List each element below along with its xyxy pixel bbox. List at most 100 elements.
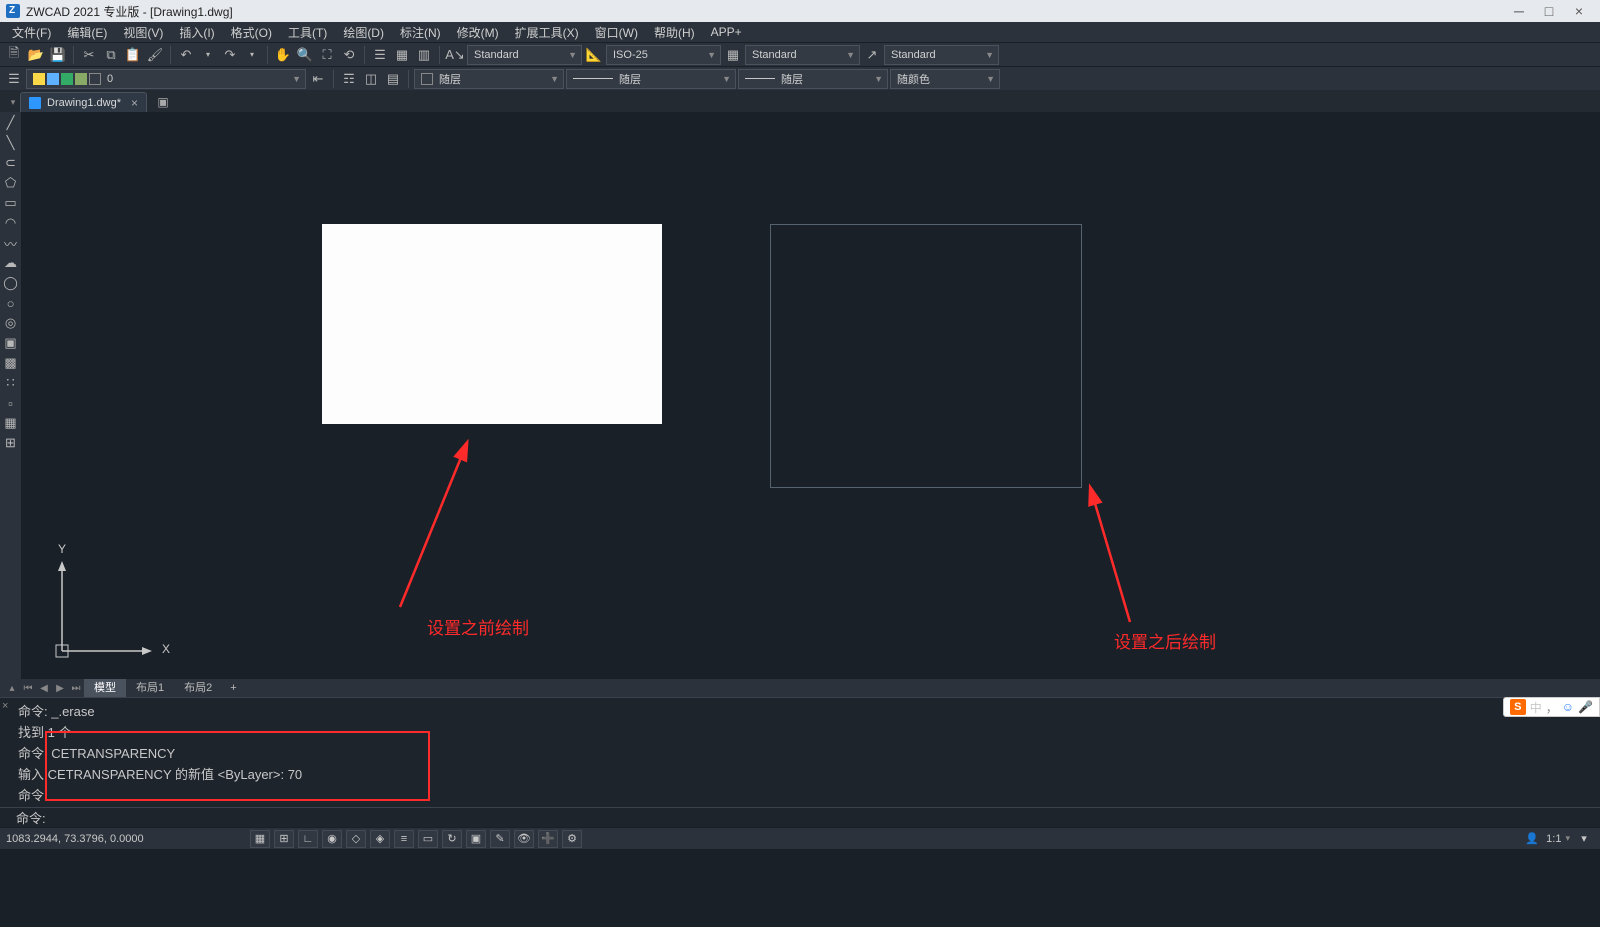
ortho-toggle[interactable]: ∟ xyxy=(298,830,318,848)
dyn-toggle[interactable]: ▭ xyxy=(418,830,438,848)
undo-icon[interactable]: ↶ xyxy=(176,45,196,65)
layer-manager-icon[interactable]: ☰ xyxy=(4,69,24,89)
dim-style-icon[interactable]: 📐 xyxy=(584,45,604,65)
ime-indicator[interactable]: S 中 ， ☺ 🎤 xyxy=(1503,697,1600,717)
redo-dropdown-icon[interactable]: ▾ xyxy=(242,45,262,65)
tab-model[interactable]: 模型 xyxy=(84,679,126,697)
layout-last-icon[interactable]: ⏭ xyxy=(68,680,84,696)
redo-icon[interactable]: ↷ xyxy=(220,45,240,65)
new-tab-button[interactable]: ▣ xyxy=(153,92,173,112)
menu-f[interactable]: 文件(F) xyxy=(4,24,59,41)
tab-layout1[interactable]: 布局1 xyxy=(126,679,174,697)
table-icon[interactable]: ▦ xyxy=(2,414,20,432)
table-style-dropdown[interactable]: Standard▼ xyxy=(745,45,860,65)
grid-toggle[interactable]: ⊞ xyxy=(274,830,294,848)
hatch-icon[interactable]: ▩ xyxy=(2,354,20,372)
undo-dropdown-icon[interactable]: ▾ xyxy=(198,45,218,65)
polar-toggle[interactable]: ◉ xyxy=(322,830,342,848)
save-icon[interactable]: 💾 xyxy=(48,45,68,65)
pan-icon[interactable]: ✋ xyxy=(273,45,293,65)
layout-menu-icon[interactable]: ▴ xyxy=(4,680,20,696)
layer-iso-icon[interactable]: ◫ xyxy=(361,69,381,89)
polyline-icon[interactable]: ⊂ xyxy=(2,154,20,172)
annovis-toggle[interactable]: 👁 xyxy=(514,830,534,848)
block-icon[interactable]: ▣ xyxy=(2,334,20,352)
cut-icon[interactable]: ✂ xyxy=(79,45,99,65)
layer-dropdown[interactable]: 0 ▼ xyxy=(26,69,306,89)
people-icon[interactable]: 👤 xyxy=(1522,830,1542,848)
add-layout-button[interactable]: + xyxy=(222,679,244,697)
menu-o[interactable]: 格式(O) xyxy=(223,24,280,41)
region-icon[interactable]: ▫ xyxy=(2,394,20,412)
text-style-dropdown[interactable]: Standard▼ xyxy=(467,45,582,65)
zoom-icon[interactable]: 🔍 xyxy=(295,45,315,65)
point-icon[interactable]: ∷ xyxy=(2,374,20,392)
tab-layout2[interactable]: 布局2 xyxy=(174,679,222,697)
ellipse-icon[interactable]: ◯ xyxy=(2,274,20,292)
rectangle-icon[interactable]: ▭ xyxy=(2,194,20,212)
donut-icon[interactable]: ◎ xyxy=(2,314,20,332)
status-menu-icon[interactable]: ▾ xyxy=(1574,830,1594,848)
table-style-icon[interactable]: ▦ xyxy=(723,45,743,65)
scale-readout[interactable]: 1:1 xyxy=(1546,833,1561,845)
new-icon[interactable]: 🗎 xyxy=(4,45,24,65)
osnap-toggle[interactable]: ◇ xyxy=(346,830,366,848)
xline-icon[interactable]: ╲ xyxy=(2,134,20,152)
layout-next-icon[interactable]: ▶ xyxy=(52,680,68,696)
qprop-toggle[interactable]: ⚙ xyxy=(562,830,582,848)
menu-w[interactable]: 窗口(W) xyxy=(587,24,646,41)
autoadd-toggle[interactable]: ➕ xyxy=(538,830,558,848)
layout-first-icon[interactable]: ⏮ xyxy=(20,680,36,696)
circle-icon[interactable]: ○ xyxy=(2,294,20,312)
spline-icon[interactable]: 〰 xyxy=(2,234,20,252)
layer-off-icon[interactable]: ▤ xyxy=(383,69,403,89)
text-style-icon[interactable]: A↘ xyxy=(445,45,465,65)
properties-icon[interactable]: ☰ xyxy=(370,45,390,65)
polygon-icon[interactable]: ⬠ xyxy=(2,174,20,192)
tab-menu-icon[interactable]: ▾ xyxy=(6,92,20,112)
zoom-window-icon[interactable]: ⛶ xyxy=(317,45,337,65)
cycle-toggle[interactable]: ↻ xyxy=(442,830,462,848)
color-dropdown[interactable]: 随层▼ xyxy=(414,69,564,89)
mtext-icon[interactable]: ⊞ xyxy=(2,434,20,452)
menu-e[interactable]: 编辑(E) xyxy=(59,24,115,41)
close-button[interactable]: × xyxy=(1564,3,1594,19)
maximize-button[interactable]: □ xyxy=(1534,3,1564,19)
mleader-style-dropdown[interactable]: Standard▼ xyxy=(884,45,999,65)
model-toggle[interactable]: ▣ xyxy=(466,830,486,848)
document-tab[interactable]: Drawing1.dwg* × xyxy=(20,92,147,112)
layer-prev-icon[interactable]: ⇤ xyxy=(308,69,328,89)
line-icon[interactable]: ╱ xyxy=(2,114,20,132)
otrack-toggle[interactable]: ◈ xyxy=(370,830,390,848)
menu-d[interactable]: 绘图(D) xyxy=(335,24,392,41)
copy-icon[interactable]: ⧉ xyxy=(101,45,121,65)
plotstyle-dropdown[interactable]: 随颜色▼ xyxy=(890,69,1000,89)
menu-v[interactable]: 视图(V) xyxy=(115,24,171,41)
drawing-canvas[interactable]: 设置之前绘制 设置之后绘制 Y X xyxy=(22,112,1600,679)
menu-x[interactable]: 扩展工具(X) xyxy=(507,24,587,41)
mleader-style-icon[interactable]: ↗ xyxy=(862,45,882,65)
command-input-row[interactable]: 命令: xyxy=(0,807,1600,827)
paste-icon[interactable]: 📋 xyxy=(123,45,143,65)
menu-app[interactable]: APP+ xyxy=(703,25,750,39)
snap-toggle[interactable]: ▦ xyxy=(250,830,270,848)
layer-state-icon[interactable]: ☶ xyxy=(339,69,359,89)
lineweight-dropdown[interactable]: 随层▼ xyxy=(566,69,736,89)
menu-h[interactable]: 帮助(H) xyxy=(646,24,703,41)
minimize-button[interactable]: ─ xyxy=(1504,3,1534,19)
close-tab-icon[interactable]: × xyxy=(131,96,138,110)
revcloud-icon[interactable]: ☁ xyxy=(2,254,20,272)
linetype-dropdown[interactable]: 随层▼ xyxy=(738,69,888,89)
arc-icon[interactable]: ◠ xyxy=(2,214,20,232)
annoscale-toggle[interactable]: ✎ xyxy=(490,830,510,848)
zoom-prev-icon[interactable]: ⟲ xyxy=(339,45,359,65)
match-icon[interactable]: 🖌 xyxy=(145,45,165,65)
menu-n[interactable]: 标注(N) xyxy=(392,24,449,41)
open-icon[interactable]: 📂 xyxy=(26,45,46,65)
lwt-toggle[interactable]: ≡ xyxy=(394,830,414,848)
menu-t[interactable]: 工具(T) xyxy=(280,24,335,41)
menu-m[interactable]: 修改(M) xyxy=(449,24,507,41)
dim-style-dropdown[interactable]: ISO-25▼ xyxy=(606,45,721,65)
design-center-icon[interactable]: ▦ xyxy=(392,45,412,65)
menu-i[interactable]: 插入(I) xyxy=(171,24,222,41)
